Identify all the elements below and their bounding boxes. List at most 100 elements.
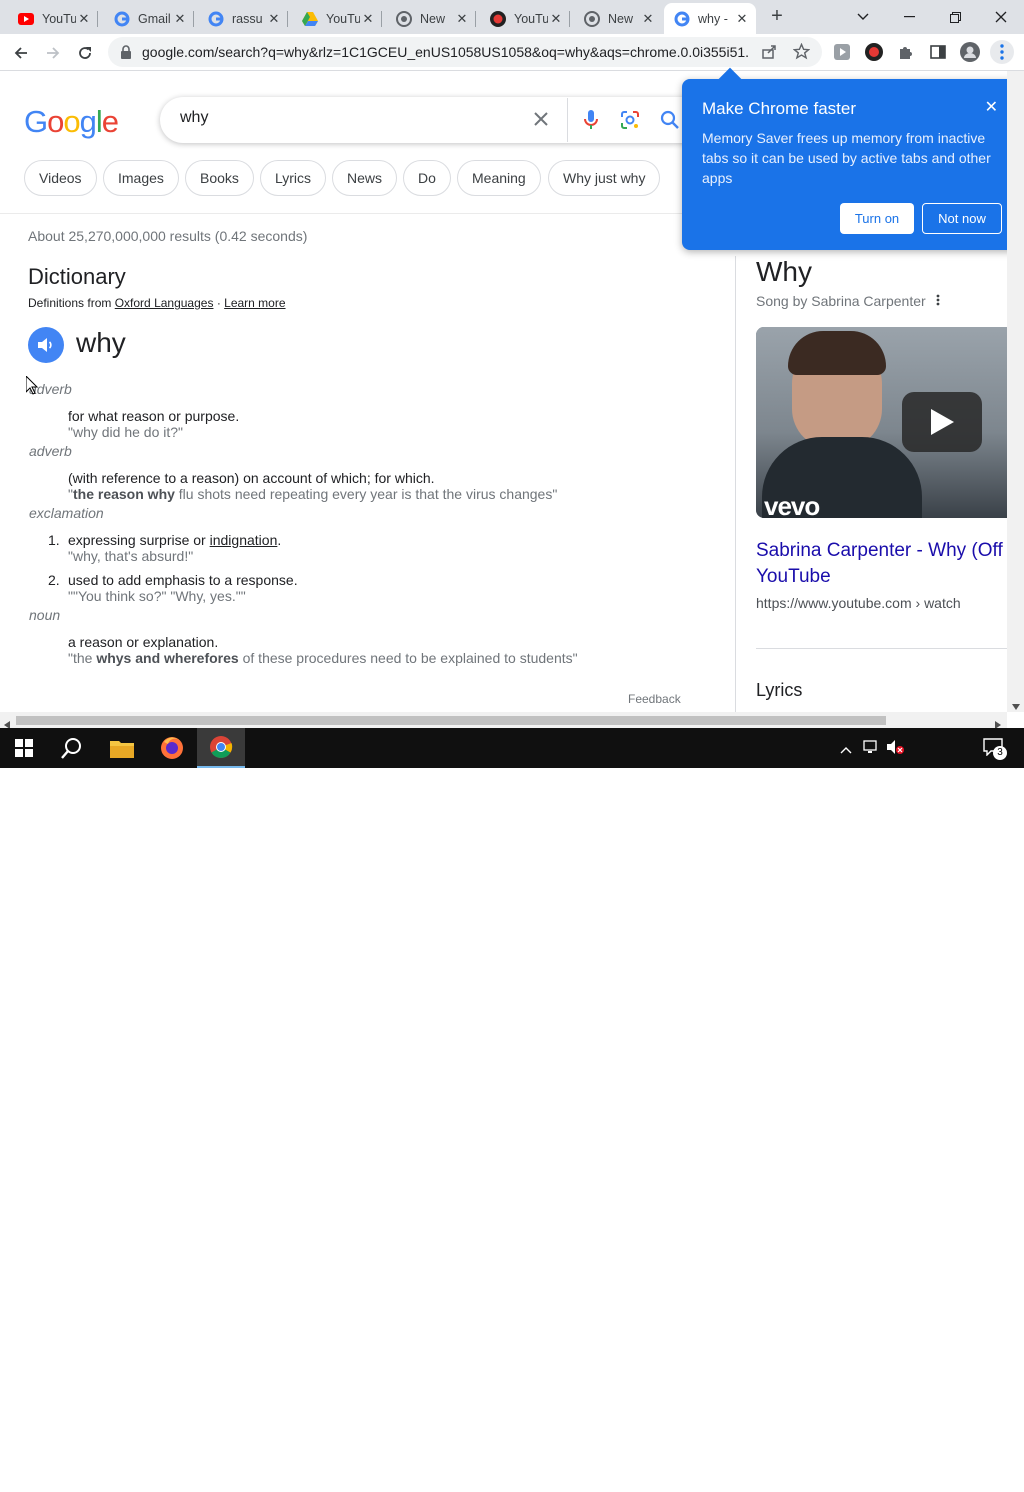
search-icon[interactable] (660, 110, 680, 135)
chip-meaning[interactable]: Meaning (457, 160, 541, 196)
clear-search-icon[interactable] (532, 110, 550, 133)
share-icon[interactable] (761, 44, 777, 65)
tab-close-icon[interactable]: ✕ (76, 11, 92, 27)
back-icon[interactable] (8, 40, 34, 66)
voice-search-icon[interactable] (583, 109, 599, 136)
chip-why-just-why[interactable]: Why just why (548, 160, 661, 196)
definition: a reason or explanation. (68, 634, 219, 650)
minimize-icon[interactable] (886, 0, 932, 34)
scroll-down-icon[interactable] (1012, 697, 1020, 715)
chip-news[interactable]: News (332, 160, 398, 196)
tab-close-icon[interactable]: ✕ (172, 11, 188, 27)
sense-number: 1. (48, 532, 60, 548)
google-logo[interactable]: Google (24, 104, 119, 140)
vevo-watermark: vevo (764, 491, 820, 518)
turn-on-button[interactable]: Turn on (840, 203, 914, 234)
tab-title: YouTu (514, 11, 548, 26)
side-panel-icon[interactable] (926, 40, 950, 64)
result-stats: About 25,270,000,000 results (0.42 secon… (28, 228, 308, 244)
vertical-scrollbar[interactable] (1007, 71, 1024, 712)
part-of-speech: noun (29, 607, 61, 623)
video-thumbnail[interactable]: vevo (756, 327, 1008, 518)
video-result-url: https://www.youtube.com › watch (756, 595, 961, 611)
promo-body: Memory Saver frees up memory from inacti… (702, 130, 991, 186)
tab-close-icon[interactable]: ✕ (734, 11, 750, 27)
google-icon (674, 11, 690, 27)
tab-6[interactable]: New ✕ (574, 3, 662, 34)
play-button-icon[interactable] (902, 392, 982, 452)
close-window-icon[interactable] (978, 0, 1024, 34)
tab-7-active[interactable]: why - ✕ (664, 3, 756, 34)
tab-3[interactable]: YouTu ✕ (292, 3, 382, 34)
lock-icon[interactable] (120, 45, 132, 64)
tab-title: Gmail (138, 11, 171, 26)
lyrics-heading: Lyrics (756, 680, 803, 700)
lens-search-icon[interactable] (620, 110, 640, 135)
tab-close-icon[interactable]: ✕ (266, 11, 282, 27)
search-input[interactable] (180, 109, 500, 127)
chip-books[interactable]: Books (185, 160, 254, 196)
knowledge-panel-border (735, 256, 736, 712)
horizontal-scroll-thumb[interactable] (16, 716, 886, 725)
video-result-link[interactable]: Sabrina Carpenter - Why (Off YouTube (756, 538, 1016, 590)
definition: expressing surprise or indignation. (68, 532, 282, 548)
windows-start-icon[interactable] (0, 728, 48, 768)
chrome-taskbar-icon[interactable] (197, 728, 245, 768)
tab-close-icon[interactable]: ✕ (548, 11, 564, 27)
tab-search-icon[interactable] (840, 0, 886, 34)
speaker-icon (38, 338, 52, 352)
app-icon (490, 10, 506, 27)
oxford-languages-link[interactable]: Oxford Languages (115, 296, 214, 310)
source-prefix: Definitions from (28, 296, 112, 310)
system-clock[interactable]: 9:29 AM 7/10/2023 (908, 1460, 970, 1492)
extensions-puzzle-icon[interactable] (894, 40, 918, 64)
show-hidden-icons-icon[interactable] (840, 741, 852, 759)
more-options-icon[interactable] (936, 293, 940, 309)
media-extension-icon[interactable] (830, 40, 854, 64)
notification-count-badge: 3 (993, 746, 1007, 760)
restore-icon[interactable] (932, 0, 978, 34)
header-divider (0, 213, 720, 214)
feedback-link[interactable]: Feedback (628, 692, 681, 706)
file-explorer-icon[interactable] (98, 728, 146, 768)
taskbar-search-icon[interactable] (48, 728, 96, 768)
chrome-icon (584, 10, 600, 27)
new-tab-button[interactable]: + (766, 6, 788, 28)
tab-2[interactable]: rassu ✕ (198, 3, 288, 34)
memory-saver-promo: Make Chrome faster ✕ Memory Saver frees … (682, 67, 1022, 250)
learn-more-link[interactable]: Learn more (224, 296, 285, 310)
tab-close-icon[interactable]: ✕ (454, 11, 470, 27)
bookmark-star-icon[interactable] (792, 42, 811, 65)
app-extension-icon[interactable] (862, 40, 886, 64)
address-bar[interactable]: google.com/search?q=why&rlz=1C1GCEU_enUS… (108, 37, 822, 67)
tab-5[interactable]: YouTu ✕ (480, 3, 570, 34)
firefox-icon[interactable] (148, 728, 196, 768)
not-now-button[interactable]: Not now (922, 203, 1002, 234)
tab-close-icon[interactable]: ✕ (640, 11, 656, 27)
chip-videos[interactable]: Videos (24, 160, 97, 196)
pronunciation-speaker-button[interactable] (28, 327, 64, 363)
indignation-link[interactable]: indignation (210, 532, 278, 548)
promo-close-icon[interactable]: ✕ (985, 97, 998, 117)
tab-0[interactable]: YouTu ✕ (8, 3, 98, 34)
notifications-icon[interactable]: 3 (983, 738, 1007, 761)
example: "why did he do it?" (68, 424, 184, 440)
reload-icon[interactable] (72, 40, 98, 66)
profile-avatar-icon[interactable] (958, 40, 982, 64)
tab-4[interactable]: New ✕ (386, 3, 476, 34)
tab-close-icon[interactable]: ✕ (360, 11, 376, 27)
horizontal-scrollbar[interactable] (0, 712, 1007, 729)
volume-muted-icon[interactable] (886, 739, 904, 760)
browser-toolbar: google.com/search?q=why&rlz=1C1GCEU_enUS… (0, 34, 1024, 71)
tab-1[interactable]: Gmail ✕ (104, 3, 194, 34)
search-box[interactable] (160, 97, 720, 143)
definition: used to add emphasis to a response. (68, 572, 298, 588)
network-icon[interactable] (863, 740, 879, 759)
forward-icon[interactable] (40, 40, 66, 66)
chip-lyrics[interactable]: Lyrics (260, 160, 327, 196)
chip-images[interactable]: Images (103, 160, 179, 196)
chip-do[interactable]: Do (403, 160, 451, 196)
panel-separator (756, 648, 1008, 649)
chrome-menu-icon[interactable] (990, 40, 1014, 64)
tab-title: New (608, 11, 634, 26)
